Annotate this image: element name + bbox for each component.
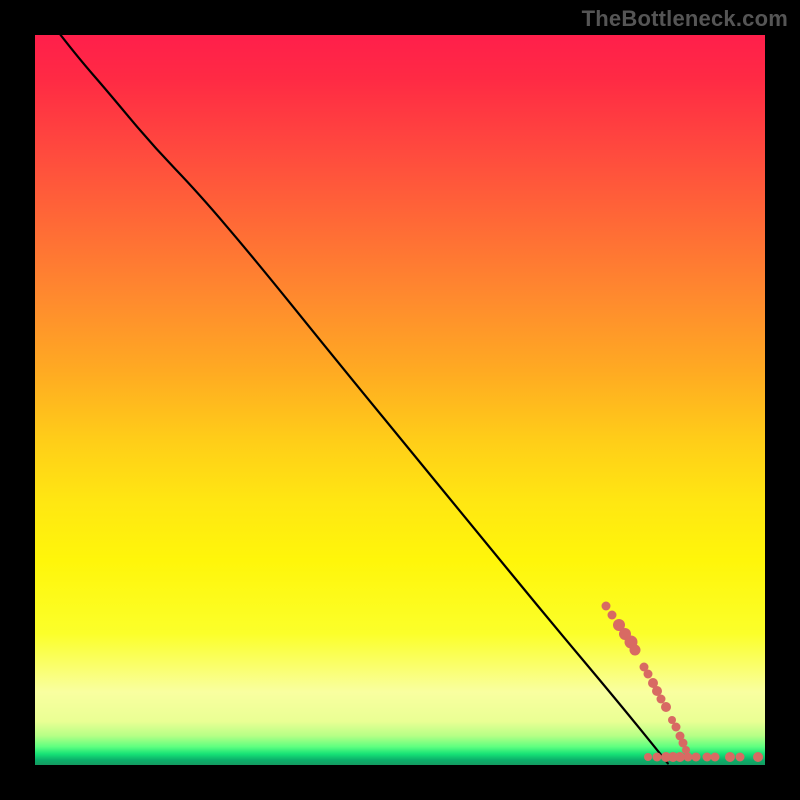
scatter-point	[725, 752, 735, 762]
scatter-point	[607, 610, 616, 619]
scatter-point	[692, 752, 701, 761]
scatter-point	[753, 752, 763, 762]
scatter-point	[601, 601, 610, 610]
scatter-point	[661, 702, 671, 712]
scatter-point	[683, 752, 692, 761]
plot-area	[35, 35, 765, 765]
scatter-point	[711, 752, 720, 761]
scatter-point	[736, 752, 745, 761]
scatter-point	[644, 753, 652, 761]
stage: TheBottleneck.com	[0, 0, 800, 800]
watermark-text: TheBottleneck.com	[582, 6, 788, 32]
scatter-point	[702, 752, 711, 761]
scatter-point	[671, 723, 680, 732]
gradient-background	[35, 35, 765, 765]
scatter-point	[630, 645, 641, 656]
